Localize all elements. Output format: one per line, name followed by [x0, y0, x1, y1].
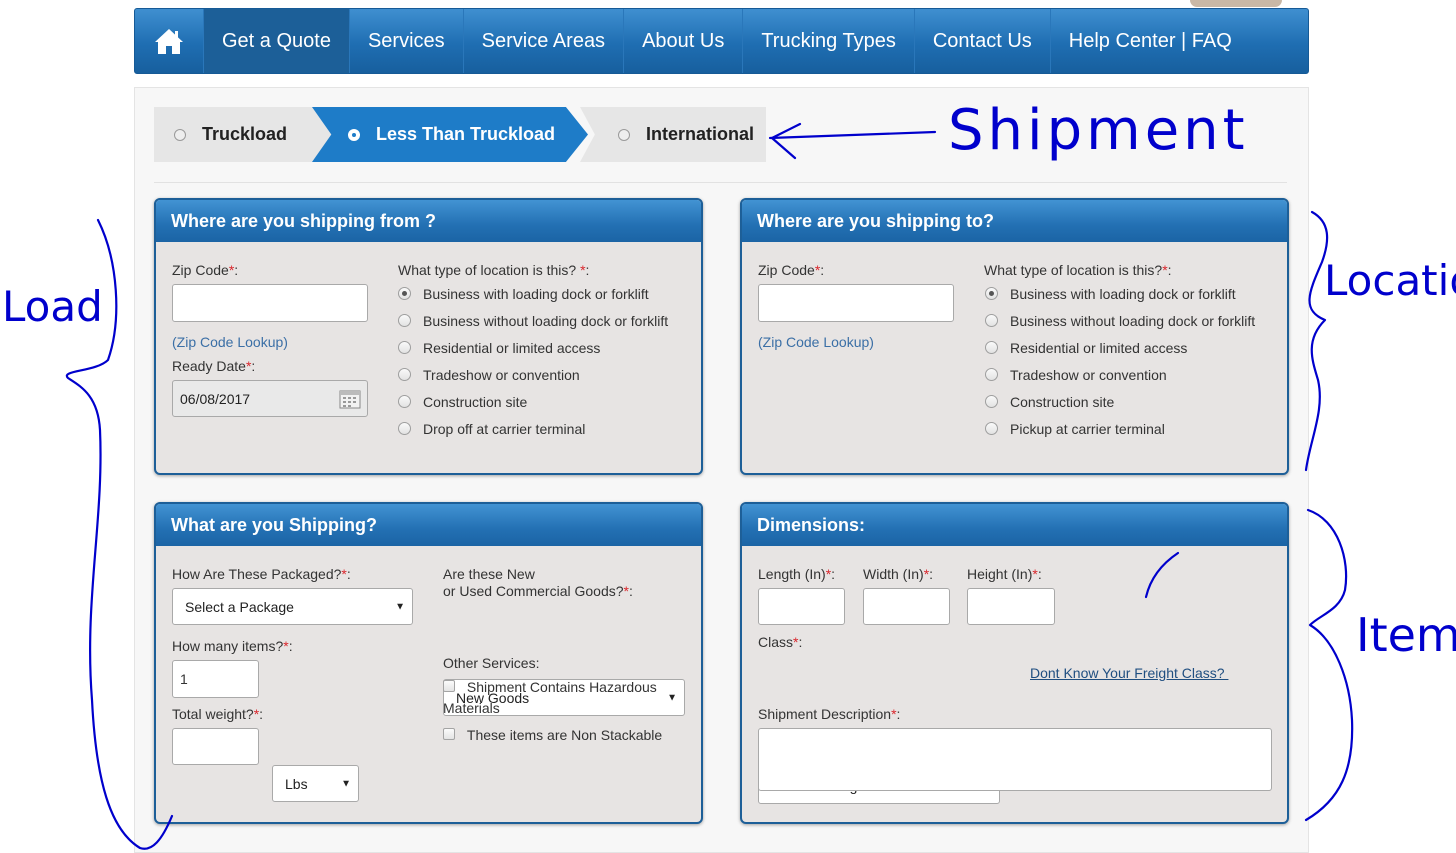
annotation-item: Item: [1356, 608, 1456, 662]
annotation-location: Location: [1324, 256, 1456, 305]
annotation-load: Load: [2, 282, 103, 331]
annotation-shipment: Shipment: [948, 98, 1249, 163]
